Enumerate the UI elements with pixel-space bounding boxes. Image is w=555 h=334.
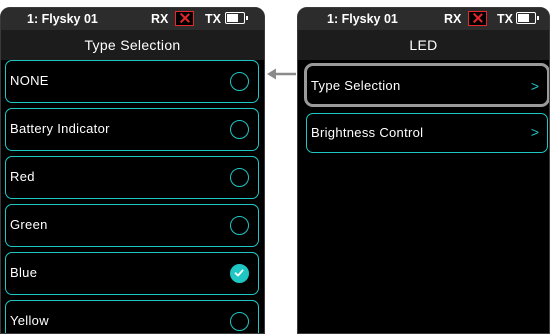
option-battery-indicator[interactable]: Battery Indicator (5, 108, 259, 151)
radio-unchecked-icon[interactable] (230, 72, 249, 91)
radio-unchecked-icon[interactable] (230, 216, 249, 235)
battery-icon (225, 12, 248, 24)
option-yellow[interactable]: Yellow (5, 300, 259, 333)
option-label: Red (10, 169, 35, 184)
rx-disconnected-icon (468, 11, 487, 26)
option-blue[interactable]: Blue (5, 252, 259, 295)
led-screen: 1: Flysky 01 RX TX LED Type Selection > … (297, 7, 550, 334)
chevron-right-icon: > (530, 124, 539, 140)
arrow-left-icon (267, 68, 296, 80)
battery-icon (516, 12, 539, 24)
rx-label: RX (151, 12, 169, 26)
chevron-right-icon: > (530, 78, 539, 94)
menu-item-brightness-control[interactable]: Brightness Control > (306, 113, 548, 153)
status-bar: 1: Flysky 01 RX TX (1, 8, 264, 30)
menu-item-label: Brightness Control (311, 125, 424, 140)
model-name: 1: Flysky 01 (27, 12, 98, 26)
menu-item-label: Type Selection (311, 78, 401, 93)
option-label: Blue (10, 265, 38, 280)
option-label: NONE (10, 73, 49, 88)
tx-label: TX (497, 12, 513, 26)
menu-item-type-selection[interactable]: Type Selection > (304, 63, 549, 107)
rx-label: RX (444, 12, 462, 26)
page-title: Type Selection (1, 30, 264, 60)
tx-label: TX (205, 12, 221, 26)
option-none[interactable]: NONE (5, 60, 259, 103)
radio-unchecked-icon[interactable] (230, 312, 249, 331)
status-bar: 1: Flysky 01 RX TX (298, 8, 549, 30)
option-label: Battery Indicator (10, 121, 110, 136)
option-green[interactable]: Green (5, 204, 259, 247)
model-name: 1: Flysky 01 (327, 12, 398, 26)
radio-unchecked-icon[interactable] (230, 120, 249, 139)
rx-disconnected-icon (175, 11, 194, 26)
option-label: Yellow (10, 313, 49, 328)
radio-checked-icon[interactable] (230, 264, 249, 283)
page-title: LED (298, 30, 549, 60)
option-red[interactable]: Red (5, 156, 259, 199)
radio-unchecked-icon[interactable] (230, 168, 249, 187)
type-selection-screen: 1: Flysky 01 RX TX Type Selection NONE B… (0, 7, 265, 334)
option-label: Green (10, 217, 48, 232)
